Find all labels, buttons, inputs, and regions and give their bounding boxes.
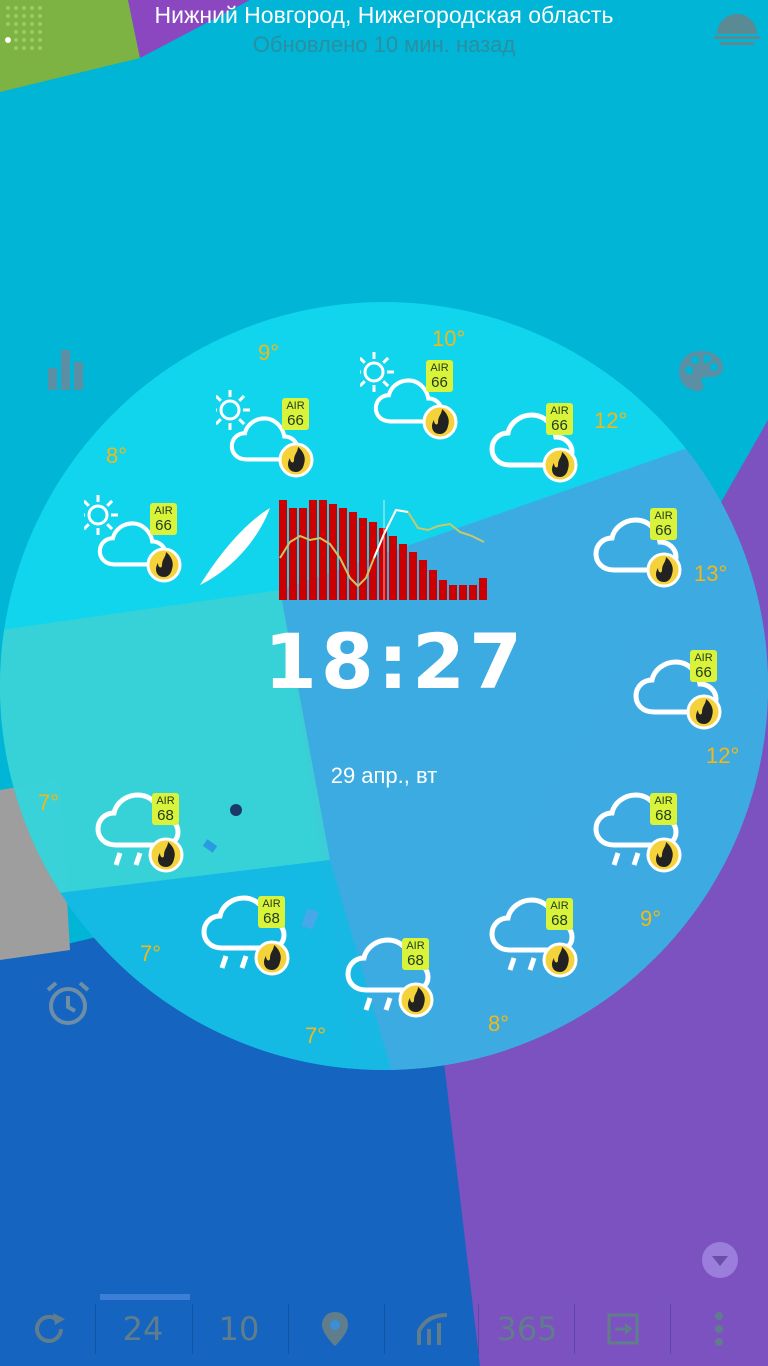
dots-grid-icon[interactable] [4, 4, 44, 56]
air-value: 68 [157, 807, 174, 824]
air-value: 66 [155, 517, 172, 534]
air-label: AIR [550, 405, 569, 417]
bottom-toolbar: 24 10 365 [0, 1292, 768, 1366]
hour-temperature: 10° [432, 326, 466, 351]
air-label: AIR [430, 362, 449, 374]
air-quality-badge: AIR 66 [690, 650, 717, 682]
hour-temperature: 7° [38, 790, 60, 815]
chart-bar [409, 552, 417, 600]
air-value: 66 [551, 417, 568, 434]
hour-temperature: 9° [258, 340, 280, 365]
air-quality-badge: AIR 68 [152, 793, 179, 825]
alarm-icon[interactable] [44, 980, 92, 1028]
air-quality-badge: AIR 68 [546, 898, 573, 930]
air-label: AIR [694, 652, 713, 664]
precip-chart [279, 500, 487, 600]
bar-chart-icon[interactable] [44, 348, 90, 392]
tab-10-days[interactable]: 10 [196, 1292, 282, 1366]
chart-bar [359, 518, 367, 600]
exit-icon [607, 1313, 639, 1345]
chart-bar [339, 508, 347, 600]
chart-bar [299, 508, 307, 600]
air-label: AIR [156, 795, 175, 807]
air-value: 66 [655, 522, 672, 539]
location-button[interactable] [292, 1292, 378, 1366]
chart-bar [439, 580, 447, 600]
last-updated: Обновлено 10 мин. назад [252, 32, 516, 57]
air-value: 68 [263, 910, 280, 927]
air-quality-badge: AIR 66 [650, 508, 677, 540]
air-quality-badge: AIR 68 [402, 938, 429, 970]
hour-temperature: 7° [140, 941, 162, 966]
hour-temperature: 8° [106, 443, 128, 468]
chart-bar [319, 500, 327, 600]
air-value: 68 [551, 912, 568, 929]
location-pin-icon [322, 1312, 348, 1346]
chart-bar [389, 536, 397, 600]
air-value: 66 [431, 374, 448, 391]
chart-bar [479, 578, 487, 600]
air-label: AIR [550, 900, 569, 912]
chart-bar [419, 560, 427, 600]
more-button[interactable] [676, 1292, 762, 1366]
more-vertical-icon [715, 1312, 723, 1346]
air-quality-badge: AIR 68 [650, 793, 677, 825]
tab-365-days[interactable]: 365 [484, 1292, 570, 1366]
air-value: 68 [655, 807, 672, 824]
exit-button[interactable] [580, 1292, 666, 1366]
refresh-icon [35, 1313, 65, 1343]
hour-temperature: 12° [594, 408, 628, 433]
air-label: AIR [262, 898, 281, 910]
graph-button[interactable] [390, 1292, 476, 1366]
air-quality-badge: AIR 68 [258, 896, 285, 928]
chart-bar [449, 585, 457, 600]
chart-bar [399, 544, 407, 600]
hour-temperature: 7° [305, 1023, 327, 1048]
chevron-down-icon[interactable] [700, 1240, 740, 1280]
air-label: AIR [406, 940, 425, 952]
hour-temperature: 9° [640, 906, 662, 931]
hour-temperature: 8° [488, 1011, 510, 1036]
chart-bar [459, 585, 467, 600]
air-quality-badge: AIR 66 [150, 503, 177, 535]
hour-temperature: 12° [706, 743, 740, 768]
air-value: 66 [695, 664, 712, 681]
air-label: AIR [286, 400, 305, 412]
clock-reflection: 18:27 [264, 728, 526, 740]
chart-bar [289, 508, 297, 600]
palette-icon[interactable] [676, 348, 726, 394]
air-value: 66 [287, 412, 304, 429]
refresh-button[interactable] [6, 1292, 92, 1366]
chart-bar [349, 512, 357, 600]
air-label: AIR [654, 510, 673, 522]
chart-bar [469, 585, 477, 600]
city-name[interactable]: Нижний Новгород, Нижегородская область [0, 2, 768, 29]
air-quality-badge: AIR 66 [282, 398, 309, 430]
chart-bar [429, 570, 437, 600]
sunset-icon[interactable] [712, 8, 762, 52]
clock-time: 18:27 [264, 630, 526, 706]
hour-temperature: 13° [694, 561, 728, 586]
air-value: 68 [407, 952, 424, 969]
tab-24-hours[interactable]: 24 [100, 1292, 186, 1366]
air-quality-badge: AIR 66 [426, 360, 453, 392]
clock-display: 18:27 18:27 [264, 630, 526, 740]
chart-bar [309, 500, 317, 600]
air-quality-badge: AIR 66 [546, 403, 573, 435]
air-label: AIR [654, 795, 673, 807]
graph-icon [417, 1313, 448, 1345]
air-label: AIR [154, 505, 173, 517]
